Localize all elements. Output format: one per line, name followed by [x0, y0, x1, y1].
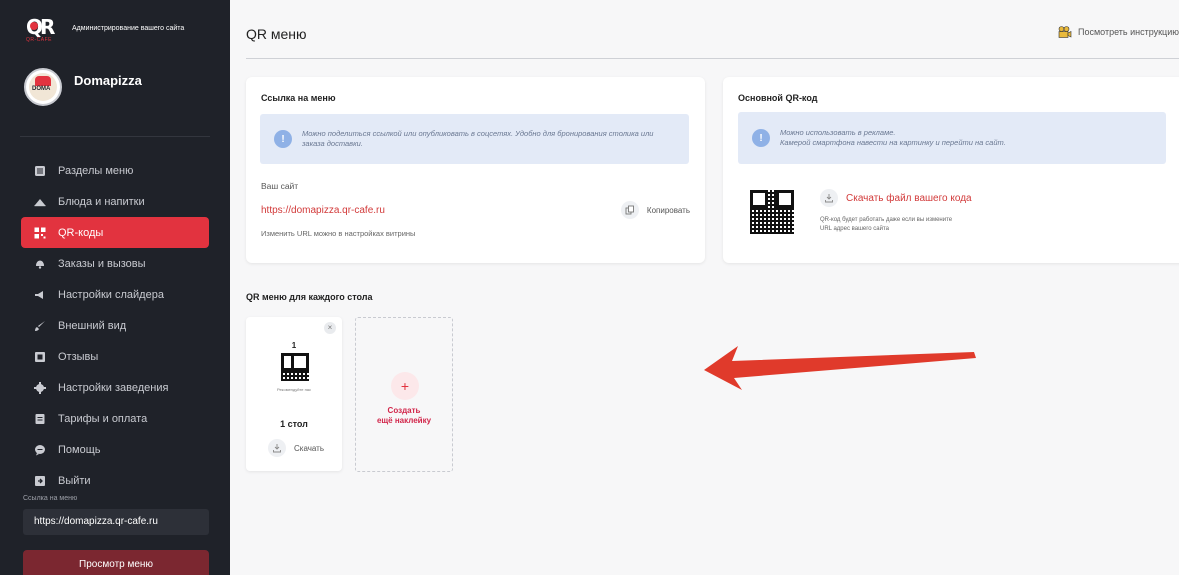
info-line-1: Можно использовать в рекламе.: [780, 128, 896, 137]
sidebar-item-label: QR-коды: [58, 226, 104, 239]
dish-icon: [34, 196, 46, 208]
info-text: Можно использовать в рекламе. Камерой см…: [780, 128, 1006, 148]
info-box: ! Можно использовать в рекламе. Камерой …: [738, 112, 1166, 164]
sidebar-item-tariffs[interactable]: Тарифы и оплата: [21, 403, 209, 434]
info-icon: !: [752, 129, 770, 147]
add-line-2: ещё наклейку: [376, 416, 432, 425]
sidebar-item-label: Настройки заведения: [58, 381, 169, 394]
sidebar-item-logout[interactable]: Выйти: [21, 465, 209, 496]
site-url-link[interactable]: https://domapizza.qr-cafe.ru: [261, 205, 385, 216]
copy-label: Копировать: [646, 205, 690, 215]
page-title: QR меню: [246, 26, 307, 42]
review-icon: [34, 351, 46, 363]
sidebar-header: Q R QR-CAFE Администрирование вашего сай…: [0, 0, 230, 43]
add-line-1: Создать: [387, 406, 421, 415]
megaphone-icon: [34, 289, 46, 301]
sidebar-item-label: Отзывы: [58, 350, 99, 363]
brand-name: Domapizza: [74, 72, 142, 88]
logout-icon: [34, 475, 46, 487]
sidebar-item-label: Выйти: [58, 474, 91, 487]
table-qr-code: [281, 353, 309, 381]
add-sticker-card[interactable]: + Создать ещё наклейку: [355, 317, 453, 472]
sidebar-nav: Разделы меню Блюда и напитки QR-коды Зак…: [0, 155, 230, 496]
menu-link-card: Ссылка на меню ! Можно поделиться ссылко…: [246, 77, 705, 263]
site-label: Ваш сайт: [261, 181, 299, 191]
brand: Domapizza: [0, 42, 230, 114]
qr-cafe-logo[interactable]: Q R QR-CAFE: [26, 15, 60, 43]
chat-icon: [34, 444, 46, 456]
admin-title: Администрирование вашего сайта: [72, 24, 185, 32]
sidebar-item-label: Внешний вид: [58, 319, 127, 332]
sidebar-item-qr-codes[interactable]: QR-коды: [21, 217, 209, 248]
sidebar: Q R QR-CAFE Администрирование вашего сай…: [0, 0, 230, 575]
download-icon: [268, 439, 286, 457]
sidebar-item-label: Помощь: [58, 443, 101, 456]
sidebar-item-help[interactable]: Помощь: [21, 434, 209, 465]
sidebar-item-orders[interactable]: Заказы и вызовы: [21, 248, 209, 279]
copy-icon: [620, 201, 639, 219]
table-name: 1 стол: [280, 419, 308, 429]
download-icon: [820, 189, 838, 207]
table-card: × 1 Рекомендуйте нас 1 стол Скачать: [246, 317, 342, 471]
info-line-2: Камерой смартфона навести на картинку и …: [780, 138, 1006, 147]
download-qr-button[interactable]: Скачать файл вашего кода: [820, 189, 972, 207]
qr-note: QR-код будет работать даже если вы измен…: [820, 216, 952, 234]
brush-icon: [34, 320, 46, 332]
plus-icon: +: [391, 372, 419, 400]
sidebar-item-label: Заказы и вызовы: [58, 257, 146, 270]
menu-link-label: Ссылка на меню: [23, 495, 78, 502]
main-qr-card: Основной QR-код ! Можно использовать в р…: [723, 77, 1179, 263]
sidebar-item-settings[interactable]: Настройки заведения: [21, 372, 209, 403]
add-sticker-label: Создать ещё наклейку: [356, 406, 452, 426]
close-icon[interactable]: ×: [324, 322, 336, 334]
annotation-arrow-icon: [704, 346, 976, 390]
menu-link-field[interactable]: https://domapizza.qr-cafe.ru: [23, 509, 209, 535]
sidebar-item-appearance[interactable]: Внешний вид: [21, 310, 209, 341]
logo-sub: QR-CAFE: [26, 37, 52, 43]
instructions-label: Посмотреть инструкцию: [1077, 27, 1179, 37]
main-qr-code: [750, 190, 794, 234]
copy-button[interactable]: Копировать: [620, 201, 690, 219]
brand-logo: [24, 68, 62, 106]
list-icon: [34, 165, 46, 177]
table-download-button[interactable]: Скачать: [268, 439, 324, 457]
logo-r: R: [40, 15, 56, 39]
table-download-label: Скачать: [294, 443, 324, 453]
video-camera-icon: [1058, 26, 1072, 38]
gear-icon: [34, 381, 46, 394]
info-text: Можно поделиться ссылкой или опубликоват…: [302, 129, 654, 148]
view-menu-button[interactable]: Просмотр меню: [23, 550, 209, 575]
url-note: Изменить URL можно в настройках витрины: [261, 229, 416, 238]
header-divider: [246, 58, 1179, 59]
download-label: Скачать файл вашего кода: [846, 192, 972, 204]
sidebar-item-dishes[interactable]: Блюда и напитки: [21, 186, 209, 217]
sidebar-item-label: Разделы меню: [58, 164, 134, 177]
instructions-link[interactable]: Посмотреть инструкцию: [1058, 26, 1179, 38]
bell-icon: [34, 258, 46, 270]
sidebar-divider: [20, 136, 210, 137]
sidebar-item-label: Тарифы и оплата: [58, 412, 148, 425]
qr-note-line-2: URL адрес вашего сайта: [820, 226, 889, 232]
qr-icon: [34, 227, 46, 239]
sidebar-item-label: Блюда и напитки: [58, 195, 145, 208]
sidebar-item-menu-sections[interactable]: Разделы меню: [21, 155, 209, 186]
info-box: ! Можно поделиться ссылкой или опубликов…: [260, 114, 689, 164]
qr-note-line-1: QR-код будет работать даже если вы измен…: [820, 217, 953, 223]
sidebar-item-reviews[interactable]: Отзывы: [21, 341, 209, 372]
tables-section-title: QR меню для каждого стола: [246, 292, 373, 302]
sidebar-item-label: Настройки слайдера: [58, 288, 164, 301]
table-number: 1: [291, 341, 297, 350]
info-icon: !: [274, 130, 292, 148]
card-title: Ссылка на меню: [261, 93, 336, 103]
table-qr-caption: Рекомендуйте нас: [276, 387, 312, 392]
sidebar-item-slider[interactable]: Настройки слайдера: [21, 279, 209, 310]
wallet-icon: [34, 413, 46, 425]
card-title: Основной QR-код: [738, 93, 818, 103]
main-content: QR меню Посмотреть инструкцию Ссылка на …: [230, 0, 1179, 575]
